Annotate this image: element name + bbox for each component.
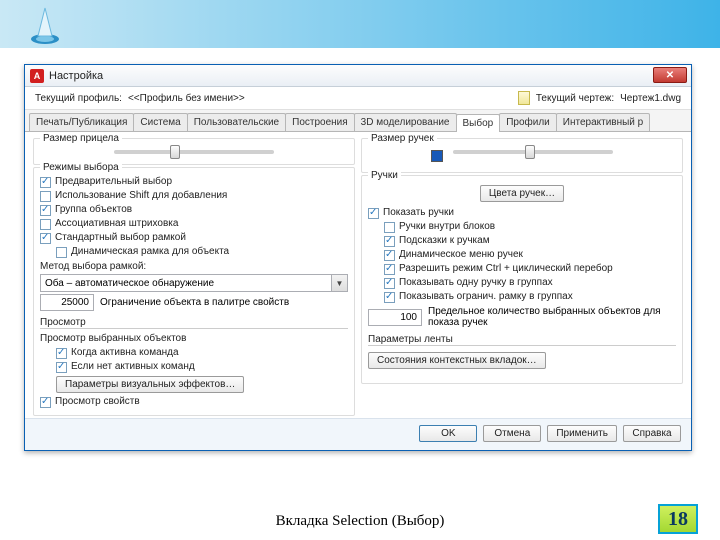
palette-limit-input[interactable]: 25000 xyxy=(40,294,94,311)
drawing-label: Текущий чертеж: xyxy=(536,93,614,104)
dialog-title: Настройка xyxy=(49,70,103,82)
pickbox-title: Размер прицела xyxy=(40,133,122,144)
tabstrip: Печать/Публикация Система Пользовательск… xyxy=(25,110,691,132)
profile-label: Текущий профиль: xyxy=(35,93,122,104)
drawing-icon xyxy=(518,91,530,105)
drawing-value: Чертеж1.dwg xyxy=(620,93,681,104)
close-button[interactable]: ✕ xyxy=(653,67,687,83)
gripsize-title: Размер ручек xyxy=(368,133,437,144)
grip-color-swatch xyxy=(431,150,443,162)
titlebar: A Настройка ✕ xyxy=(25,65,691,87)
check-preview-props[interactable] xyxy=(40,397,51,408)
presentation-topbar xyxy=(0,0,720,48)
check-preview-cmd[interactable] xyxy=(56,348,67,359)
selmodes-title: Режимы выбора xyxy=(40,162,122,173)
grips-group: Ручки Цвета ручек… Показать ручки Ручки … xyxy=(361,175,683,384)
ribbon-header: Параметры ленты xyxy=(368,334,676,346)
check-show-grips[interactable] xyxy=(368,208,379,219)
check-one-grip-group[interactable] xyxy=(384,278,395,289)
selection-modes-group: Режимы выбора Предварительный выбор Испо… xyxy=(33,167,355,416)
ribbon-states-button[interactable]: Состояния контекстных вкладок… xyxy=(368,352,546,369)
palette-limit-label: Ограничение объекта в палитре свойств xyxy=(100,297,348,308)
grip-size-slider[interactable] xyxy=(453,150,613,154)
cancel-button[interactable]: Отмена xyxy=(483,425,541,442)
check-group[interactable] xyxy=(40,205,51,216)
check-grip-tips[interactable] xyxy=(384,236,395,247)
tab-draft[interactable]: Построения xyxy=(285,113,355,131)
check-ctrl-cycle[interactable] xyxy=(384,264,395,275)
visual-effects-button[interactable]: Параметры визуальных эффектов… xyxy=(56,376,244,393)
tab-user[interactable]: Пользовательские xyxy=(187,113,286,131)
logo-icon xyxy=(28,6,62,46)
pickbox-slider[interactable] xyxy=(114,150,274,154)
help-button[interactable]: Справка xyxy=(623,425,681,442)
tab-selection[interactable]: Выбор xyxy=(456,114,501,132)
grip-limit-input[interactable]: 100 xyxy=(368,309,422,326)
right-column: Размер ручек Ручки Цвета ручек… Показать… xyxy=(361,138,683,416)
check-hatch[interactable] xyxy=(40,219,51,230)
grip-limit-label: Предельное количество выбранных объектов… xyxy=(428,306,676,328)
window-method-label: Метод выбора рамкой: xyxy=(40,259,348,274)
preview-sub: Просмотр выбранных объектов xyxy=(40,331,348,346)
left-column: Размер прицела Режимы выбора Предварител… xyxy=(33,138,355,416)
check-std-window[interactable] xyxy=(40,233,51,244)
check-preselect[interactable] xyxy=(40,177,51,188)
tab-3d[interactable]: 3D моделирование xyxy=(354,113,457,131)
window-method-combo[interactable]: Оба – автоматическое обнаружение ▼ xyxy=(40,274,348,292)
settings-dialog: A Настройка ✕ Текущий профиль: <<Профиль… xyxy=(24,64,692,451)
check-grips-in-blocks[interactable] xyxy=(384,222,395,233)
ok-button[interactable]: OK xyxy=(419,425,477,442)
tab-system[interactable]: Система xyxy=(133,113,187,131)
page-number: 18 xyxy=(658,504,698,534)
dialog-body: Размер прицела Режимы выбора Предварител… xyxy=(25,132,691,418)
tab-interactive[interactable]: Интерактивный р xyxy=(556,113,650,131)
grip-size-group: Размер ручек xyxy=(361,138,683,173)
preview-header: Просмотр xyxy=(40,317,348,329)
app-icon: A xyxy=(30,69,44,83)
slide-caption: Вкладка Selection (Выбор) xyxy=(0,513,720,530)
dialog-buttons: OK Отмена Применить Справка xyxy=(25,418,691,450)
pickbox-size-group: Размер прицела xyxy=(33,138,355,165)
profile-value: <<Профиль без имени>> xyxy=(128,93,245,104)
check-preview-nocmd[interactable] xyxy=(56,362,67,373)
tab-profiles[interactable]: Профили xyxy=(499,113,557,131)
grips-title: Ручки xyxy=(368,170,401,181)
apply-button[interactable]: Применить xyxy=(547,425,617,442)
check-dyn-window[interactable] xyxy=(56,247,67,258)
tab-print[interactable]: Печать/Публикация xyxy=(29,113,134,131)
check-shift-add[interactable] xyxy=(40,191,51,202)
grip-colors-button[interactable]: Цвета ручек… xyxy=(480,185,564,202)
chevron-down-icon: ▼ xyxy=(331,275,347,291)
check-bbox-groups[interactable] xyxy=(384,292,395,303)
profile-bar: Текущий профиль: <<Профиль без имени>> Т… xyxy=(25,87,691,110)
check-dyn-grip-menu[interactable] xyxy=(384,250,395,261)
